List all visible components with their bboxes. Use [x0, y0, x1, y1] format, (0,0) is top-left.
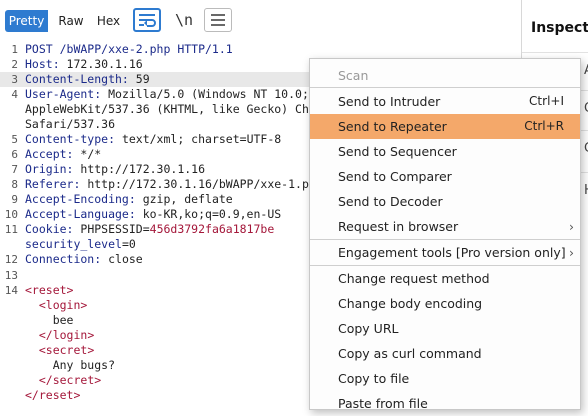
tab-pretty[interactable]: Pretty: [5, 10, 48, 32]
line-number: 3: [11, 73, 18, 86]
menu-item-send-to-sequencer[interactable]: Send to Sequencer: [310, 139, 580, 164]
context-menu: Scan Send to Intruder Ctrl+I Send to Repeat…: [309, 58, 581, 411]
menu-item-change-body-encoding[interactable]: Change body encoding: [310, 291, 580, 316]
request-line[interactable]: 1 POST /bWAPP/xxe-2.php HTTP/1.1: [0, 42, 521, 57]
menu-item-label: Send to Comparer: [338, 169, 452, 184]
menu-item-scan: Scan: [310, 63, 580, 88]
line-number: 11: [4, 223, 18, 236]
menu-item-label: Copy to file: [338, 371, 410, 386]
line-text: </reset>: [25, 388, 81, 402]
editor-toolbar: Pretty Raw Hex \n: [0, 0, 521, 38]
line-text: Content-type: text/xml; charset=UTF-8: [25, 132, 282, 146]
menu-item-label: Change request method: [338, 271, 490, 286]
line-number: 10: [4, 208, 18, 221]
line-text: Accept-Encoding: gzip, deflate: [25, 192, 233, 206]
line-text: security_level=0: [25, 237, 136, 251]
menu-item-copy-url[interactable]: Copy URL: [310, 316, 580, 341]
line-text: Host: 172.30.1.16: [25, 57, 143, 71]
menu-item-label: Engagement tools [Pro version only]: [338, 245, 566, 260]
line-text: bee: [25, 313, 74, 327]
line-text: <login>: [38, 298, 88, 312]
menu-item-send-to-comparer[interactable]: Send to Comparer: [310, 164, 580, 189]
chevron-right-icon: ›: [569, 245, 574, 260]
menu-item-label: Send to Intruder: [338, 94, 441, 109]
line-text: POST /bWAPP/xxe-2.php HTTP/1.1: [25, 42, 233, 56]
menu-item-label: Scan: [338, 68, 369, 83]
line-text: Safari/537.36: [25, 117, 116, 131]
tab-hex[interactable]: Hex: [92, 10, 125, 32]
menu-item-label: Copy URL: [338, 321, 399, 336]
line-text: </login>: [38, 328, 95, 342]
line-number: 14: [4, 284, 18, 297]
menu-item-request-in-browser[interactable]: Request in browser ›: [310, 214, 580, 239]
menu-item-label: Send to Sequencer: [338, 144, 457, 159]
menu-item-copy-to-file[interactable]: Copy to file: [310, 366, 580, 391]
menu-item-send-to-decoder[interactable]: Send to Decoder: [310, 189, 580, 214]
menu-item-change-request-method[interactable]: Change request method: [310, 266, 580, 291]
line-text: Cookie: PHPSESSID=456d3792fa6a1817be: [25, 222, 275, 236]
menu-item-label: Paste from file: [338, 396, 428, 411]
menu-item-shortcut: Ctrl+I: [529, 94, 564, 108]
line-text: Origin: http://172.30.1.16: [25, 162, 206, 176]
line-number: 2: [11, 58, 18, 71]
line-number: 5: [11, 133, 18, 146]
menu-item-send-to-repeater[interactable]: Send to Repeater Ctrl+R: [310, 114, 580, 139]
hamburger-icon: [211, 14, 225, 26]
line-text: <secret>: [38, 343, 95, 357]
line-text: Accept-Language: ko-KR,ko;q=0.9,en-US: [25, 207, 282, 221]
menu-item-label: Change body encoding: [338, 296, 483, 311]
menu-item-shortcut: Ctrl+R: [524, 119, 564, 133]
menu-item-label: Send to Repeater: [338, 119, 447, 134]
line-text: Any bugs?: [25, 358, 116, 372]
menu-item-paste-from-file[interactable]: Paste from file: [310, 391, 580, 416]
line-text: Accept: */*: [25, 147, 102, 161]
menu-item-label: Send to Decoder: [338, 194, 443, 209]
line-number: 8: [11, 178, 18, 191]
menu-item-engagement-tools-pro-version-only[interactable]: Engagement tools [Pro version only] ›: [310, 240, 580, 265]
line-text: Referer: http://172.30.1.16/bWAPP/xxe-1.…: [25, 177, 323, 191]
line-text: <reset>: [25, 283, 74, 297]
line-number: 12: [4, 253, 18, 266]
line-text: Content-Length: 59: [25, 72, 150, 86]
line-number: 7: [11, 163, 18, 176]
line-text: </secret>: [38, 373, 102, 387]
menu-item-label: Copy as curl command: [338, 346, 482, 361]
chevron-right-icon: ›: [569, 219, 574, 234]
word-wrap-icon: [139, 14, 156, 27]
menu-item-copy-as-curl-command[interactable]: Copy as curl command: [310, 341, 580, 366]
line-number: 6: [11, 148, 18, 161]
tab-raw[interactable]: Raw: [53, 10, 89, 32]
menu-item-label: Request in browser: [338, 219, 459, 234]
line-number: 13: [4, 269, 18, 282]
line-text: Connection: close: [25, 252, 143, 266]
editor-menu-button[interactable]: [204, 8, 232, 32]
line-number: 9: [11, 193, 18, 206]
newline-icon: \n: [174, 11, 194, 29]
show-newlines-button[interactable]: \n: [170, 8, 198, 32]
line-number: 1: [11, 43, 18, 56]
word-wrap-button[interactable]: [133, 8, 161, 32]
line-number: 4: [11, 88, 18, 101]
inspector-title: Inspector: [531, 20, 588, 36]
menu-item-send-to-intruder[interactable]: Send to Intruder Ctrl+I: [310, 89, 580, 114]
